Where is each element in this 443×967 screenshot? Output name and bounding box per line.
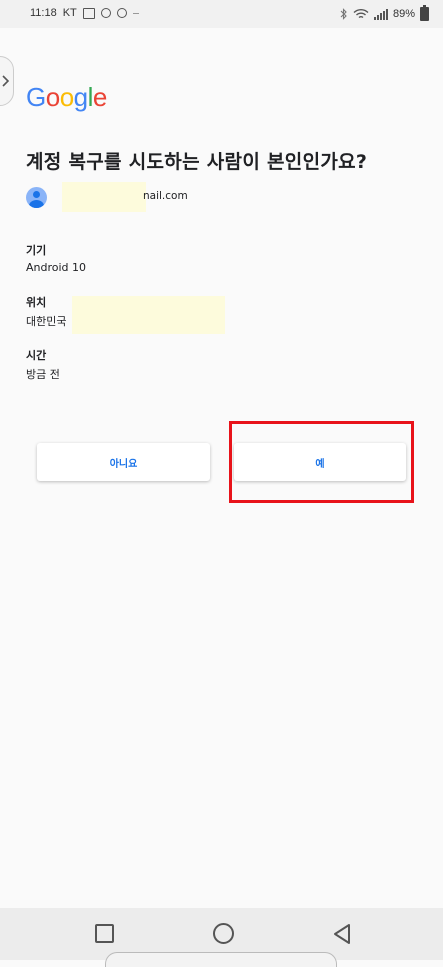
bluetooth-icon	[340, 8, 347, 20]
logo-letter: o	[45, 82, 60, 112]
status-carrier: KT	[62, 7, 77, 19]
location-value: 대한민국	[26, 315, 67, 328]
status-bar: 11:18 KT 89%	[0, 0, 443, 28]
avatar-icon	[26, 186, 47, 208]
home-icon[interactable]	[213, 923, 234, 944]
redacted-email-overlay	[62, 182, 146, 212]
logo-letter: o	[59, 82, 74, 112]
redacted-location-overlay	[72, 296, 225, 334]
navigation-bar	[0, 908, 443, 967]
chevron-right-icon	[2, 75, 10, 87]
page-title: 계정 복구를 시도하는 사람이 본인인가요?	[26, 151, 368, 173]
no-button[interactable]: 아니요	[37, 443, 210, 481]
time-value: 방금 전	[26, 368, 60, 381]
wifi-icon	[353, 8, 369, 19]
back-icon[interactable]	[332, 923, 352, 945]
status-time: 11:18	[30, 7, 57, 19]
account-email: nail.com	[143, 190, 188, 202]
app-notification-icon	[116, 8, 127, 18]
google-logo: Google	[26, 82, 107, 113]
gallery-notification-icon	[82, 7, 95, 19]
status-left: 11:18 KT	[30, 7, 139, 19]
location-label: 위치	[26, 296, 47, 309]
edge-panel-handle[interactable]	[0, 56, 14, 106]
highlight-box	[229, 421, 414, 503]
battery-percent: 89%	[392, 8, 415, 20]
status-right: 89%	[340, 5, 429, 21]
logo-letter: e	[92, 82, 107, 112]
account-row: nail.com	[26, 182, 188, 212]
recent-apps-icon[interactable]	[95, 924, 114, 943]
device-value: Android 10	[26, 261, 87, 274]
battery-icon	[420, 5, 429, 21]
time-label: 시간	[26, 349, 47, 362]
logo-letter: G	[26, 82, 46, 112]
sync-notification-icon	[100, 8, 111, 18]
more-notifications-icon	[132, 12, 139, 14]
cellular-signal-icon	[373, 8, 388, 20]
logo-letter: g	[73, 82, 88, 112]
device-label: 기기	[26, 244, 47, 257]
